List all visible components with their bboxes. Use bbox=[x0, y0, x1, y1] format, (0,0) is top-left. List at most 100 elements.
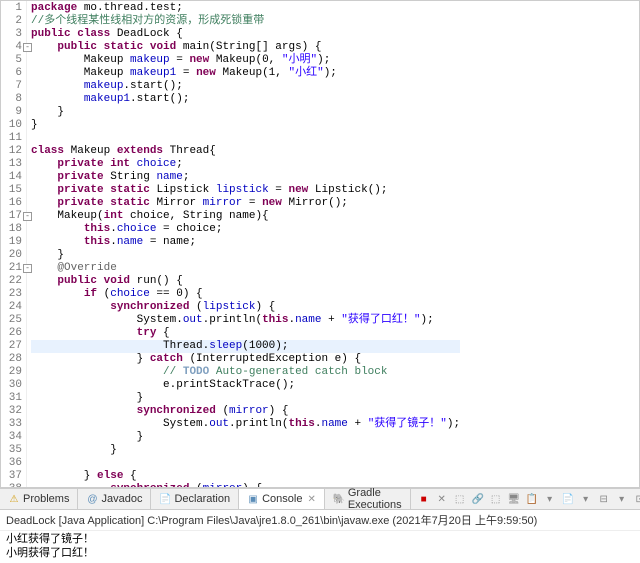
code-line[interactable]: @Override bbox=[31, 262, 460, 275]
fold-icon[interactable]: - bbox=[23, 212, 32, 221]
line-number: 34 bbox=[3, 431, 22, 444]
line-number: 3 bbox=[3, 28, 22, 41]
code-line[interactable]: Makeup makeup = new Makeup(0, "小明"); bbox=[31, 54, 460, 67]
toolbar-button[interactable]: ▾ bbox=[579, 492, 593, 506]
line-number: 5 bbox=[3, 54, 22, 67]
toolbar-button[interactable]: ✕ bbox=[435, 492, 449, 506]
console-toolbar: ■ ✕ ⬚ 🔗 ⬚ 🖥 📋 ▾ 📄 ▾ ⊟ ▾ ⊡ bbox=[411, 492, 640, 506]
line-number: 37 bbox=[3, 470, 22, 483]
tab-icon: ⚠ bbox=[8, 493, 20, 505]
tab-icon: 📄 bbox=[159, 493, 171, 505]
code-line[interactable] bbox=[31, 132, 460, 145]
tab-label: Javadoc bbox=[101, 493, 142, 505]
line-number: 15 bbox=[3, 184, 22, 197]
code-line[interactable]: } catch (InterruptedException e) { bbox=[31, 353, 460, 366]
toolbar-button[interactable]: 🔗 bbox=[471, 492, 485, 506]
tab-console[interactable]: ▣Console ✕ bbox=[239, 489, 325, 509]
tab-problems[interactable]: ⚠Problems bbox=[0, 489, 78, 509]
code-line[interactable]: public class DeadLock { bbox=[31, 28, 460, 41]
code-line[interactable]: public static void main(String[] args) { bbox=[31, 41, 460, 54]
code-line[interactable]: } bbox=[31, 431, 460, 444]
code-line[interactable]: private int choice; bbox=[31, 158, 460, 171]
code-line[interactable]: synchronized (lipstick) { bbox=[31, 301, 460, 314]
code-line[interactable]: e.printStackTrace(); bbox=[31, 379, 460, 392]
line-number: 26 bbox=[3, 327, 22, 340]
tab-icon: ▣ bbox=[247, 493, 259, 505]
code-line[interactable]: private static Lipstick lipstick = new L… bbox=[31, 184, 460, 197]
line-number: 27 bbox=[3, 340, 22, 353]
toolbar-button[interactable]: ⬚ bbox=[453, 492, 467, 506]
line-number: 17- bbox=[3, 210, 22, 223]
toolbar-button[interactable]: 🖥 bbox=[507, 492, 521, 506]
code-editor[interactable]: 1234-567891011121314151617-18192021-2223… bbox=[0, 0, 640, 488]
toolbar-button[interactable]: ▾ bbox=[615, 492, 629, 506]
line-number: 30 bbox=[3, 379, 22, 392]
line-number: 14 bbox=[3, 171, 22, 184]
line-number: 9 bbox=[3, 106, 22, 119]
line-number: 13 bbox=[3, 158, 22, 171]
code-line[interactable]: private String name; bbox=[31, 171, 460, 184]
console-line: 小红获得了镜子！ bbox=[6, 533, 634, 547]
line-number: 8 bbox=[3, 93, 22, 106]
line-number: 16 bbox=[3, 197, 22, 210]
code-line[interactable]: this.choice = choice; bbox=[31, 223, 460, 236]
code-line[interactable]: Thread.sleep(1000); bbox=[31, 340, 460, 353]
line-number: 21- bbox=[3, 262, 22, 275]
tab-label: Console bbox=[262, 493, 302, 505]
line-number: 12 bbox=[3, 145, 22, 158]
code-line[interactable]: if (choice == 0) { bbox=[31, 288, 460, 301]
line-number: 6 bbox=[3, 67, 22, 80]
code-line[interactable]: Makeup(int choice, String name){ bbox=[31, 210, 460, 223]
code-line[interactable] bbox=[31, 457, 460, 470]
code-line[interactable]: makeup1.start(); bbox=[31, 93, 460, 106]
console-output[interactable]: 小红获得了镜子！小明获得了口红！ bbox=[0, 531, 640, 563]
toolbar-button[interactable]: ■ bbox=[417, 492, 431, 506]
toolbar-button[interactable]: 📄 bbox=[561, 492, 575, 506]
code-line[interactable]: public void run() { bbox=[31, 275, 460, 288]
line-number: 35 bbox=[3, 444, 22, 457]
code-line[interactable]: package mo.thread.test; bbox=[31, 2, 460, 15]
line-number: 33 bbox=[3, 418, 22, 431]
code-line[interactable]: System.out.println(this.name + "获得了口红！")… bbox=[31, 314, 460, 327]
line-number-gutter: 1234-567891011121314151617-18192021-2223… bbox=[1, 1, 27, 488]
code-line[interactable]: System.out.println(this.name + "获得了镜子！")… bbox=[31, 418, 460, 431]
code-line[interactable]: class Makeup extends Thread{ bbox=[31, 145, 460, 158]
line-number: 31 bbox=[3, 392, 22, 405]
console-view: DeadLock [Java Application] C:\Program F… bbox=[0, 510, 640, 563]
line-number: 10 bbox=[3, 119, 22, 132]
fold-icon[interactable]: - bbox=[23, 43, 32, 52]
tab-label: Declaration bbox=[174, 493, 230, 505]
tab-icon: @ bbox=[86, 493, 98, 505]
fold-icon[interactable]: - bbox=[23, 264, 32, 273]
line-number: 7 bbox=[3, 80, 22, 93]
code-line[interactable]: } bbox=[31, 119, 460, 132]
code-line[interactable]: } bbox=[31, 106, 460, 119]
toolbar-button[interactable]: ⊟ bbox=[597, 492, 611, 506]
code-line[interactable]: private static Mirror mirror = new Mirro… bbox=[31, 197, 460, 210]
code-line[interactable]: } else { bbox=[31, 470, 460, 483]
tab-declaration[interactable]: 📄Declaration bbox=[151, 489, 239, 509]
tab-icon: 🐘 bbox=[333, 493, 345, 505]
code-line[interactable]: Makeup makeup1 = new Makeup(1, "小红"); bbox=[31, 67, 460, 80]
code-line[interactable]: try { bbox=[31, 327, 460, 340]
tab-javadoc[interactable]: @Javadoc bbox=[78, 489, 151, 509]
code-line[interactable]: } bbox=[31, 444, 460, 457]
code-line[interactable]: //多个线程某性线相对方的资源，形成死锁重带 bbox=[31, 15, 460, 28]
line-number: 18 bbox=[3, 223, 22, 236]
toolbar-button[interactable]: 📋 bbox=[525, 492, 539, 506]
code-line[interactable]: synchronized (mirror) { bbox=[31, 405, 460, 418]
line-number: 20 bbox=[3, 249, 22, 262]
code-line[interactable]: } bbox=[31, 249, 460, 262]
tab-gradle-executions[interactable]: 🐘Gradle Executions bbox=[325, 489, 411, 509]
code-line[interactable]: this.name = name; bbox=[31, 236, 460, 249]
code-line[interactable]: makeup.start(); bbox=[31, 80, 460, 93]
console-line: 小明获得了口红！ bbox=[6, 547, 634, 561]
code-content[interactable]: package mo.thread.test;//多个线程某性线相对方的资源，形… bbox=[27, 1, 460, 488]
close-icon[interactable]: ✕ bbox=[307, 494, 315, 505]
code-line[interactable]: // TODO Auto-generated catch block bbox=[31, 366, 460, 379]
bottom-tab-bar: ⚠Problems@Javadoc📄Declaration▣Console✕🐘G… bbox=[0, 488, 640, 510]
toolbar-button[interactable]: ▾ bbox=[543, 492, 557, 506]
code-line[interactable]: } bbox=[31, 392, 460, 405]
toolbar-button[interactable]: ⬚ bbox=[489, 492, 503, 506]
toolbar-button[interactable]: ⊡ bbox=[633, 492, 640, 506]
